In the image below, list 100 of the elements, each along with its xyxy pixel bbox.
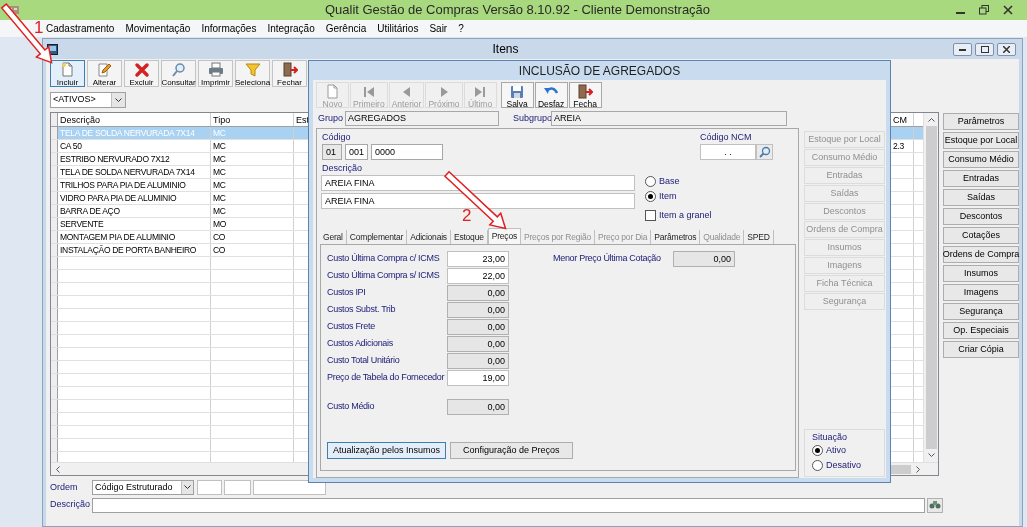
toolbar-button[interactable]: Imprimir	[198, 60, 233, 87]
vertical-scrollbar[interactable]	[923, 113, 938, 462]
chevron-down-icon[interactable]	[927, 453, 935, 458]
input-field[interactable]: 23,00	[447, 250, 509, 267]
input-field[interactable]: 22,00	[447, 267, 509, 284]
toolbar-button[interactable]: Excluir	[124, 60, 159, 87]
table-cell[interactable]: MONTAGEM PIA DE ALUMINIO	[60, 232, 175, 242]
side-button[interactable]: Descontos	[943, 208, 1019, 225]
chevron-left-icon[interactable]	[55, 465, 60, 473]
field-label: Custo Última Compra s/ ICMS	[327, 268, 441, 282]
input-field[interactable]	[224, 480, 251, 495]
menu-item[interactable]: Sair	[429, 22, 448, 35]
annotation-arrow	[443, 170, 507, 230]
menu-item[interactable]: Gerência	[325, 22, 367, 35]
field-label: Custos Subst. Trib	[327, 302, 397, 316]
table-cell[interactable]: MO	[213, 219, 227, 229]
restore-button[interactable]	[975, 42, 994, 56]
filter-dropdown[interactable]: <ATIVOS>	[50, 92, 126, 108]
side-button[interactable]: Imagens	[943, 284, 1019, 301]
chevron-right-icon[interactable]	[916, 465, 921, 473]
table-cell[interactable]: SERVENTE	[60, 219, 104, 229]
pencil-icon	[96, 62, 113, 78]
input-field[interactable]: AREIA FINA	[321, 175, 635, 191]
side-button[interactable]: Insumos	[943, 265, 1019, 282]
button[interactable]: Configuração de Preços	[450, 442, 573, 459]
toolbar-button[interactable]: Consultar	[161, 60, 196, 87]
side-button[interactable]: Cotações	[943, 227, 1019, 244]
table-cell[interactable]: MC	[213, 167, 226, 177]
order-dropdown[interactable]: Código Estruturado	[92, 480, 194, 495]
table-cell[interactable]: MC	[213, 193, 226, 203]
radio-button[interactable]	[645, 176, 656, 187]
table-cell[interactable]: MC	[213, 206, 226, 216]
input-field: 0,00	[447, 398, 509, 415]
input-field[interactable]: AREIA FINA	[321, 193, 635, 209]
tab[interactable]: Preços	[487, 228, 521, 244]
field-label: Ordem	[50, 480, 79, 494]
table-cell[interactable]: BARRA DE AÇO	[60, 206, 120, 216]
side-button[interactable]: Parâmetros	[943, 113, 1019, 130]
input-field[interactable]: 001	[345, 144, 368, 160]
checkbox[interactable]	[645, 210, 656, 221]
toolbar-button[interactable]: Fechar	[272, 60, 307, 87]
menu-item[interactable]: Movimentação	[125, 22, 191, 35]
chevron-up-icon[interactable]	[927, 117, 935, 122]
side-button[interactable]: Entradas	[943, 170, 1019, 187]
toolbar-button[interactable]: Alterar	[87, 60, 122, 87]
table-cell[interactable]: TRILHOS PARA PIA DE ALUMINIO	[60, 180, 186, 190]
exit-door-icon	[577, 84, 594, 100]
printer-icon	[207, 62, 224, 78]
toolbar-button[interactable]: Desfaz	[534, 82, 568, 108]
button[interactable]: Atualização pelos Insumos	[327, 442, 447, 459]
table-cell[interactable]: ESTRIBO NERVURADO 7X12	[60, 154, 170, 164]
table-cell[interactable]: VIDRO PARA PIA DE ALUMINIO	[60, 193, 177, 203]
input-field[interactable]: 0000	[371, 144, 443, 160]
input-field: 0,00	[447, 352, 509, 369]
table-cell[interactable]: TELA DE SOLDA NERVURADA 7X14	[60, 167, 195, 177]
input-field[interactable]	[197, 480, 222, 495]
menu-item[interactable]: Cadastramento	[46, 22, 115, 35]
column-header[interactable]: Tipo	[211, 113, 294, 126]
side-button[interactable]: Op. Especiais	[943, 322, 1019, 339]
column-header[interactable]: Descrição	[58, 113, 211, 126]
side-button[interactable]: Segurança	[943, 303, 1019, 320]
table-cell[interactable]: MC	[213, 180, 226, 190]
table-cell[interactable]: CO	[213, 232, 226, 242]
radio-button[interactable]	[812, 460, 823, 471]
search-field[interactable]	[92, 497, 925, 513]
side-button: Consumo Médio	[804, 149, 885, 166]
side-button[interactable]: Saídas	[943, 189, 1019, 206]
minimize-button[interactable]	[953, 42, 972, 56]
toolbar-button[interactable]: Seleciona	[235, 60, 270, 87]
radio-button[interactable]	[812, 445, 823, 456]
search-button[interactable]	[756, 144, 773, 160]
table-cell[interactable]: CA 50	[60, 141, 82, 151]
input-field[interactable]: 19,00	[447, 369, 509, 386]
table-cell[interactable]: MC	[213, 141, 226, 151]
toolbar-button[interactable]: Salva	[500, 82, 534, 108]
side-button[interactable]: Criar Cópia	[943, 341, 1019, 358]
minimize-icon	[959, 47, 966, 51]
menu-item[interactable]: Informações	[201, 22, 257, 35]
side-button[interactable]: Ordens de Compra	[943, 246, 1019, 263]
table-cell[interactable]: MC	[213, 154, 226, 164]
input-field[interactable]: . .	[700, 144, 756, 160]
close-icon[interactable]	[1003, 5, 1013, 15]
scrollbar-thumb[interactable]	[925, 126, 937, 449]
search-button[interactable]	[927, 497, 943, 513]
restore-icon[interactable]	[979, 5, 989, 15]
field-label: Descrição	[50, 498, 91, 512]
side-button[interactable]: Consumo Médio	[943, 151, 1019, 168]
close-button[interactable]	[997, 42, 1016, 56]
side-button: Ficha Técnica	[804, 275, 885, 292]
menu-item[interactable]: Utilitários	[377, 22, 419, 35]
toolbar-button[interactable]: Incluir	[50, 60, 85, 87]
menu-item[interactable]: ?	[458, 22, 464, 35]
radio-button[interactable]	[645, 191, 656, 202]
menu-item[interactable]: Integração	[267, 22, 315, 35]
input-field: 01	[322, 144, 342, 160]
table-cell[interactable]: INSTALAÇÃO DE PORTA BANHEIRO	[60, 245, 197, 255]
table-cell[interactable]: CO	[213, 245, 226, 255]
side-button[interactable]: Estoque por Local	[943, 132, 1019, 149]
toolbar-button[interactable]: Fecha	[568, 82, 602, 108]
input-field[interactable]	[253, 480, 326, 495]
